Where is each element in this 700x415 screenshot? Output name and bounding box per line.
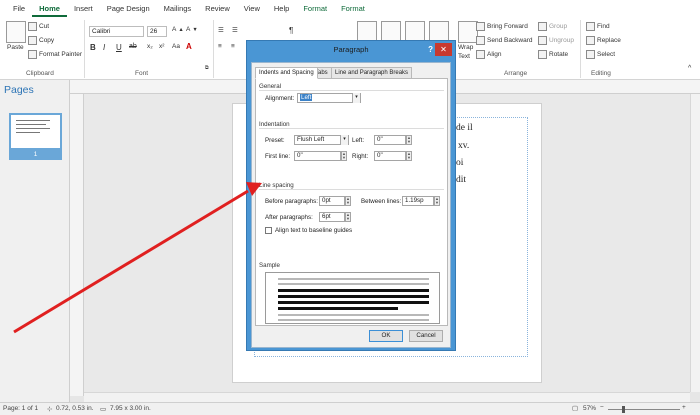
arrow-head bbox=[246, 182, 262, 196]
annotation-arrow bbox=[13, 182, 262, 334]
arrow-shaft bbox=[13, 189, 249, 334]
tab-indents-and-spacing[interactable]: Indents and Spacing bbox=[255, 67, 318, 79]
